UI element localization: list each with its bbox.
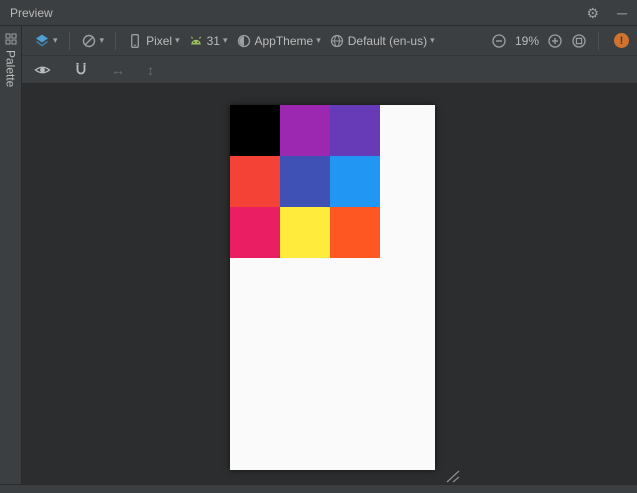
- design-canvas[interactable]: [22, 84, 637, 484]
- design-surface-button[interactable]: ▾: [30, 31, 62, 51]
- device-artboard[interactable]: [230, 105, 435, 470]
- color-swatch-grid: [230, 105, 380, 258]
- color-swatch[interactable]: [280, 156, 330, 207]
- autoconnect-button[interactable]: [69, 60, 93, 80]
- color-swatch[interactable]: [280, 207, 330, 258]
- slashed-circle-icon: [81, 33, 97, 49]
- layers-icon: [34, 33, 50, 49]
- chevron-down-icon: ▾: [53, 35, 58, 45]
- ui-mode-button[interactable]: ▾: [77, 31, 109, 51]
- globe-icon: [329, 33, 345, 49]
- minimize-icon[interactable]: ─: [617, 6, 627, 20]
- view-options-button[interactable]: [30, 60, 55, 80]
- color-swatch[interactable]: [330, 207, 380, 258]
- chevron-down-icon: ▾: [222, 35, 228, 45]
- api-level-label: 31: [206, 33, 220, 48]
- palette-tab-label: Palette: [3, 50, 18, 88]
- locale-selector-label: Default (en-us): [347, 33, 428, 48]
- zoom-out-button[interactable]: [487, 31, 511, 51]
- locale-selector-button[interactable]: Default (en-us) ▾: [325, 31, 439, 51]
- color-swatch[interactable]: [230, 105, 280, 156]
- vertical-arrows-icon: ↕: [147, 62, 154, 78]
- artboard-resize-handle[interactable]: [446, 470, 460, 483]
- left-tool-stripe: Palette: [0, 26, 22, 484]
- zoom-level: 19%: [514, 33, 539, 48]
- titlebar: Preview ⚙ ─: [0, 0, 637, 26]
- zoom-fit-icon: [571, 33, 587, 49]
- sidebar-item-palette[interactable]: Palette: [0, 26, 21, 87]
- chevron-down-icon: ▾: [430, 35, 435, 45]
- chevron-down-icon: ▾: [316, 35, 321, 45]
- toolbar-separator: [598, 31, 599, 50]
- canvas-toolbar: ↔ ↕: [22, 57, 637, 84]
- bottom-strip: [0, 484, 637, 493]
- color-swatch[interactable]: [280, 105, 330, 156]
- palette-icon: [5, 33, 17, 45]
- horizontal-arrows-icon: ↔: [111, 62, 125, 78]
- device-selector-label: Pixel: [146, 33, 173, 48]
- magnet-icon: [73, 62, 89, 78]
- chevron-down-icon: ▾: [175, 35, 180, 45]
- toolbar-separator: [115, 31, 117, 50]
- chevron-down-icon: ▾: [99, 35, 105, 45]
- color-swatch[interactable]: [230, 207, 280, 258]
- zoom-in-icon: [547, 33, 563, 49]
- color-swatch[interactable]: [330, 105, 380, 156]
- toolbar-separator: [68, 31, 70, 50]
- phone-icon: [127, 33, 143, 49]
- horizontal-margin-button[interactable]: ↔: [107, 61, 129, 79]
- zoom-in-button[interactable]: [543, 31, 567, 51]
- zoom-fit-button[interactable]: [567, 31, 591, 51]
- design-toolbar: ▾ ▾ Pixel ▾ 31 ▾ AppTheme ▾ Default (en-…: [22, 26, 637, 56]
- theme-selector-label: AppTheme: [254, 33, 314, 48]
- api-level-button[interactable]: 31 ▾: [184, 31, 232, 51]
- preview-panel: Preview ⚙ ─ ▾ ▾ Pixel ▾ 31 ▾ AppTheme ▾ …: [0, 0, 637, 493]
- theme-icon: [236, 33, 252, 49]
- gear-icon[interactable]: ⚙: [587, 6, 600, 20]
- device-selector-button[interactable]: Pixel ▾: [123, 31, 184, 51]
- render-issues-button[interactable]: !: [614, 33, 629, 48]
- eye-icon: [34, 62, 51, 78]
- color-swatch[interactable]: [230, 156, 280, 207]
- panel-title: Preview: [10, 5, 53, 20]
- android-icon: [188, 33, 204, 49]
- vertical-margin-button[interactable]: ↕: [143, 61, 158, 79]
- zoom-out-icon: [491, 33, 507, 49]
- theme-selector-button[interactable]: AppTheme ▾: [232, 31, 325, 51]
- color-swatch[interactable]: [330, 156, 380, 207]
